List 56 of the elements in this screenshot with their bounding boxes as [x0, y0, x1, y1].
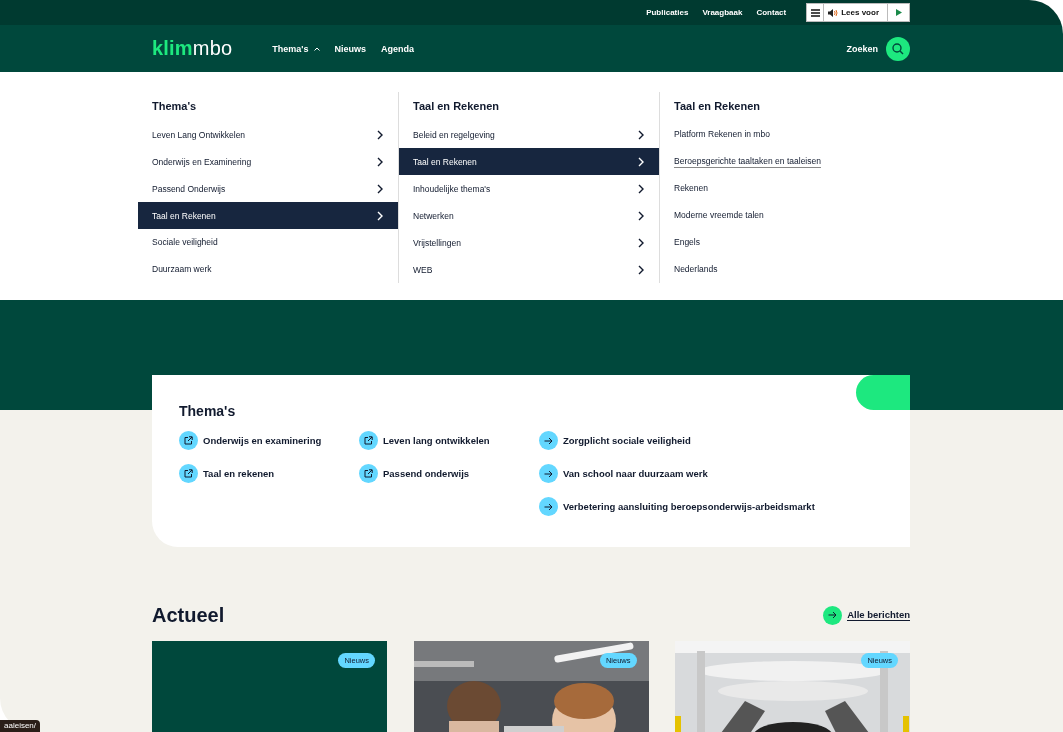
theme-link[interactable]: Onderwijs en examinering: [179, 431, 359, 450]
menu-heading: Taal en Rekenen: [673, 99, 761, 114]
utility-link[interactable]: Vraagbaak: [702, 8, 743, 17]
theme-link[interactable]: Passend onderwijs: [359, 464, 539, 483]
external-link-icon: [364, 436, 373, 445]
menu-heading: Thema's: [151, 99, 198, 114]
external-link-icon: [184, 436, 193, 445]
arrow-icon: [544, 436, 553, 445]
chevron-icon: [637, 264, 645, 275]
logo[interactable]: klimmbo: [152, 37, 233, 60]
section-title: Actueel: [152, 603, 225, 627]
theme-link[interactable]: Zorgplicht sociale veiligheid: [539, 431, 815, 450]
menu-link[interactable]: Moderne vreemde talen: [674, 210, 764, 221]
utility-link[interactable]: Contact: [756, 8, 787, 17]
chevron-icon: [376, 183, 384, 194]
search-button[interactable]: Zoeken: [846, 36, 910, 61]
menu-link[interactable]: Sociale veiligheid: [152, 237, 218, 248]
menu-link[interactable]: Nederlands: [674, 264, 718, 275]
menu-item[interactable]: Taal en Rekenen: [399, 148, 659, 175]
menu-icon[interactable]: [810, 8, 820, 17]
menu-item[interactable]: Taal en Rekenen: [138, 202, 398, 229]
chevron-icon: [637, 210, 645, 221]
theme-link[interactable]: Van school naar duurzaam werk: [539, 464, 815, 483]
external-link-icon: [184, 469, 193, 478]
chevron-icon: [376, 129, 384, 140]
accent-shape: [856, 375, 910, 410]
section-title: Thema's: [179, 403, 237, 419]
nav-link[interactable]: Thema's: [272, 43, 320, 54]
menu-heading: Taal en Rekenen: [412, 99, 500, 114]
external-link-icon: [364, 469, 373, 478]
utility-link[interactable]: Publicaties: [646, 8, 689, 17]
nav-link[interactable]: Nieuws: [334, 43, 366, 54]
theme-link[interactable]: Leven lang ontwikkelen: [359, 431, 539, 450]
menu-link[interactable]: Engels: [674, 237, 700, 248]
arrow-icon: [544, 502, 553, 511]
chevron-icon: [637, 237, 645, 248]
menu-link[interactable]: Beroepsgerichte taaltaken en taaleisen: [674, 155, 821, 168]
menu-link[interactable]: Platform Rekenen in mbo: [674, 129, 770, 140]
chevron-icon: [637, 183, 645, 194]
chevron-icon: [637, 156, 645, 167]
arrow-icon: [828, 611, 838, 619]
status-url: aaleisen/: [0, 720, 41, 732]
theme-link[interactable]: Verbetering aansluiting beroepsonderwijs-arbeidsmarkt: [539, 497, 815, 516]
chevron-icon: [637, 129, 645, 140]
menu-link[interactable]: Duurzaam werk: [152, 264, 212, 275]
all-news-link[interactable]: Alle berichten: [823, 605, 910, 625]
menu-link[interactable]: Rekenen: [674, 183, 709, 194]
speaker-icon: [828, 8, 839, 17]
chevron-icon: [376, 156, 384, 167]
search-icon: [892, 42, 904, 55]
play-icon: [895, 9, 902, 16]
arrow-icon: [544, 469, 553, 478]
caret-icon: [313, 46, 320, 51]
theme-link[interactable]: Taal en rekenen: [179, 464, 359, 483]
nav-link[interactable]: Agenda: [381, 43, 415, 54]
chevron-icon: [376, 210, 384, 221]
